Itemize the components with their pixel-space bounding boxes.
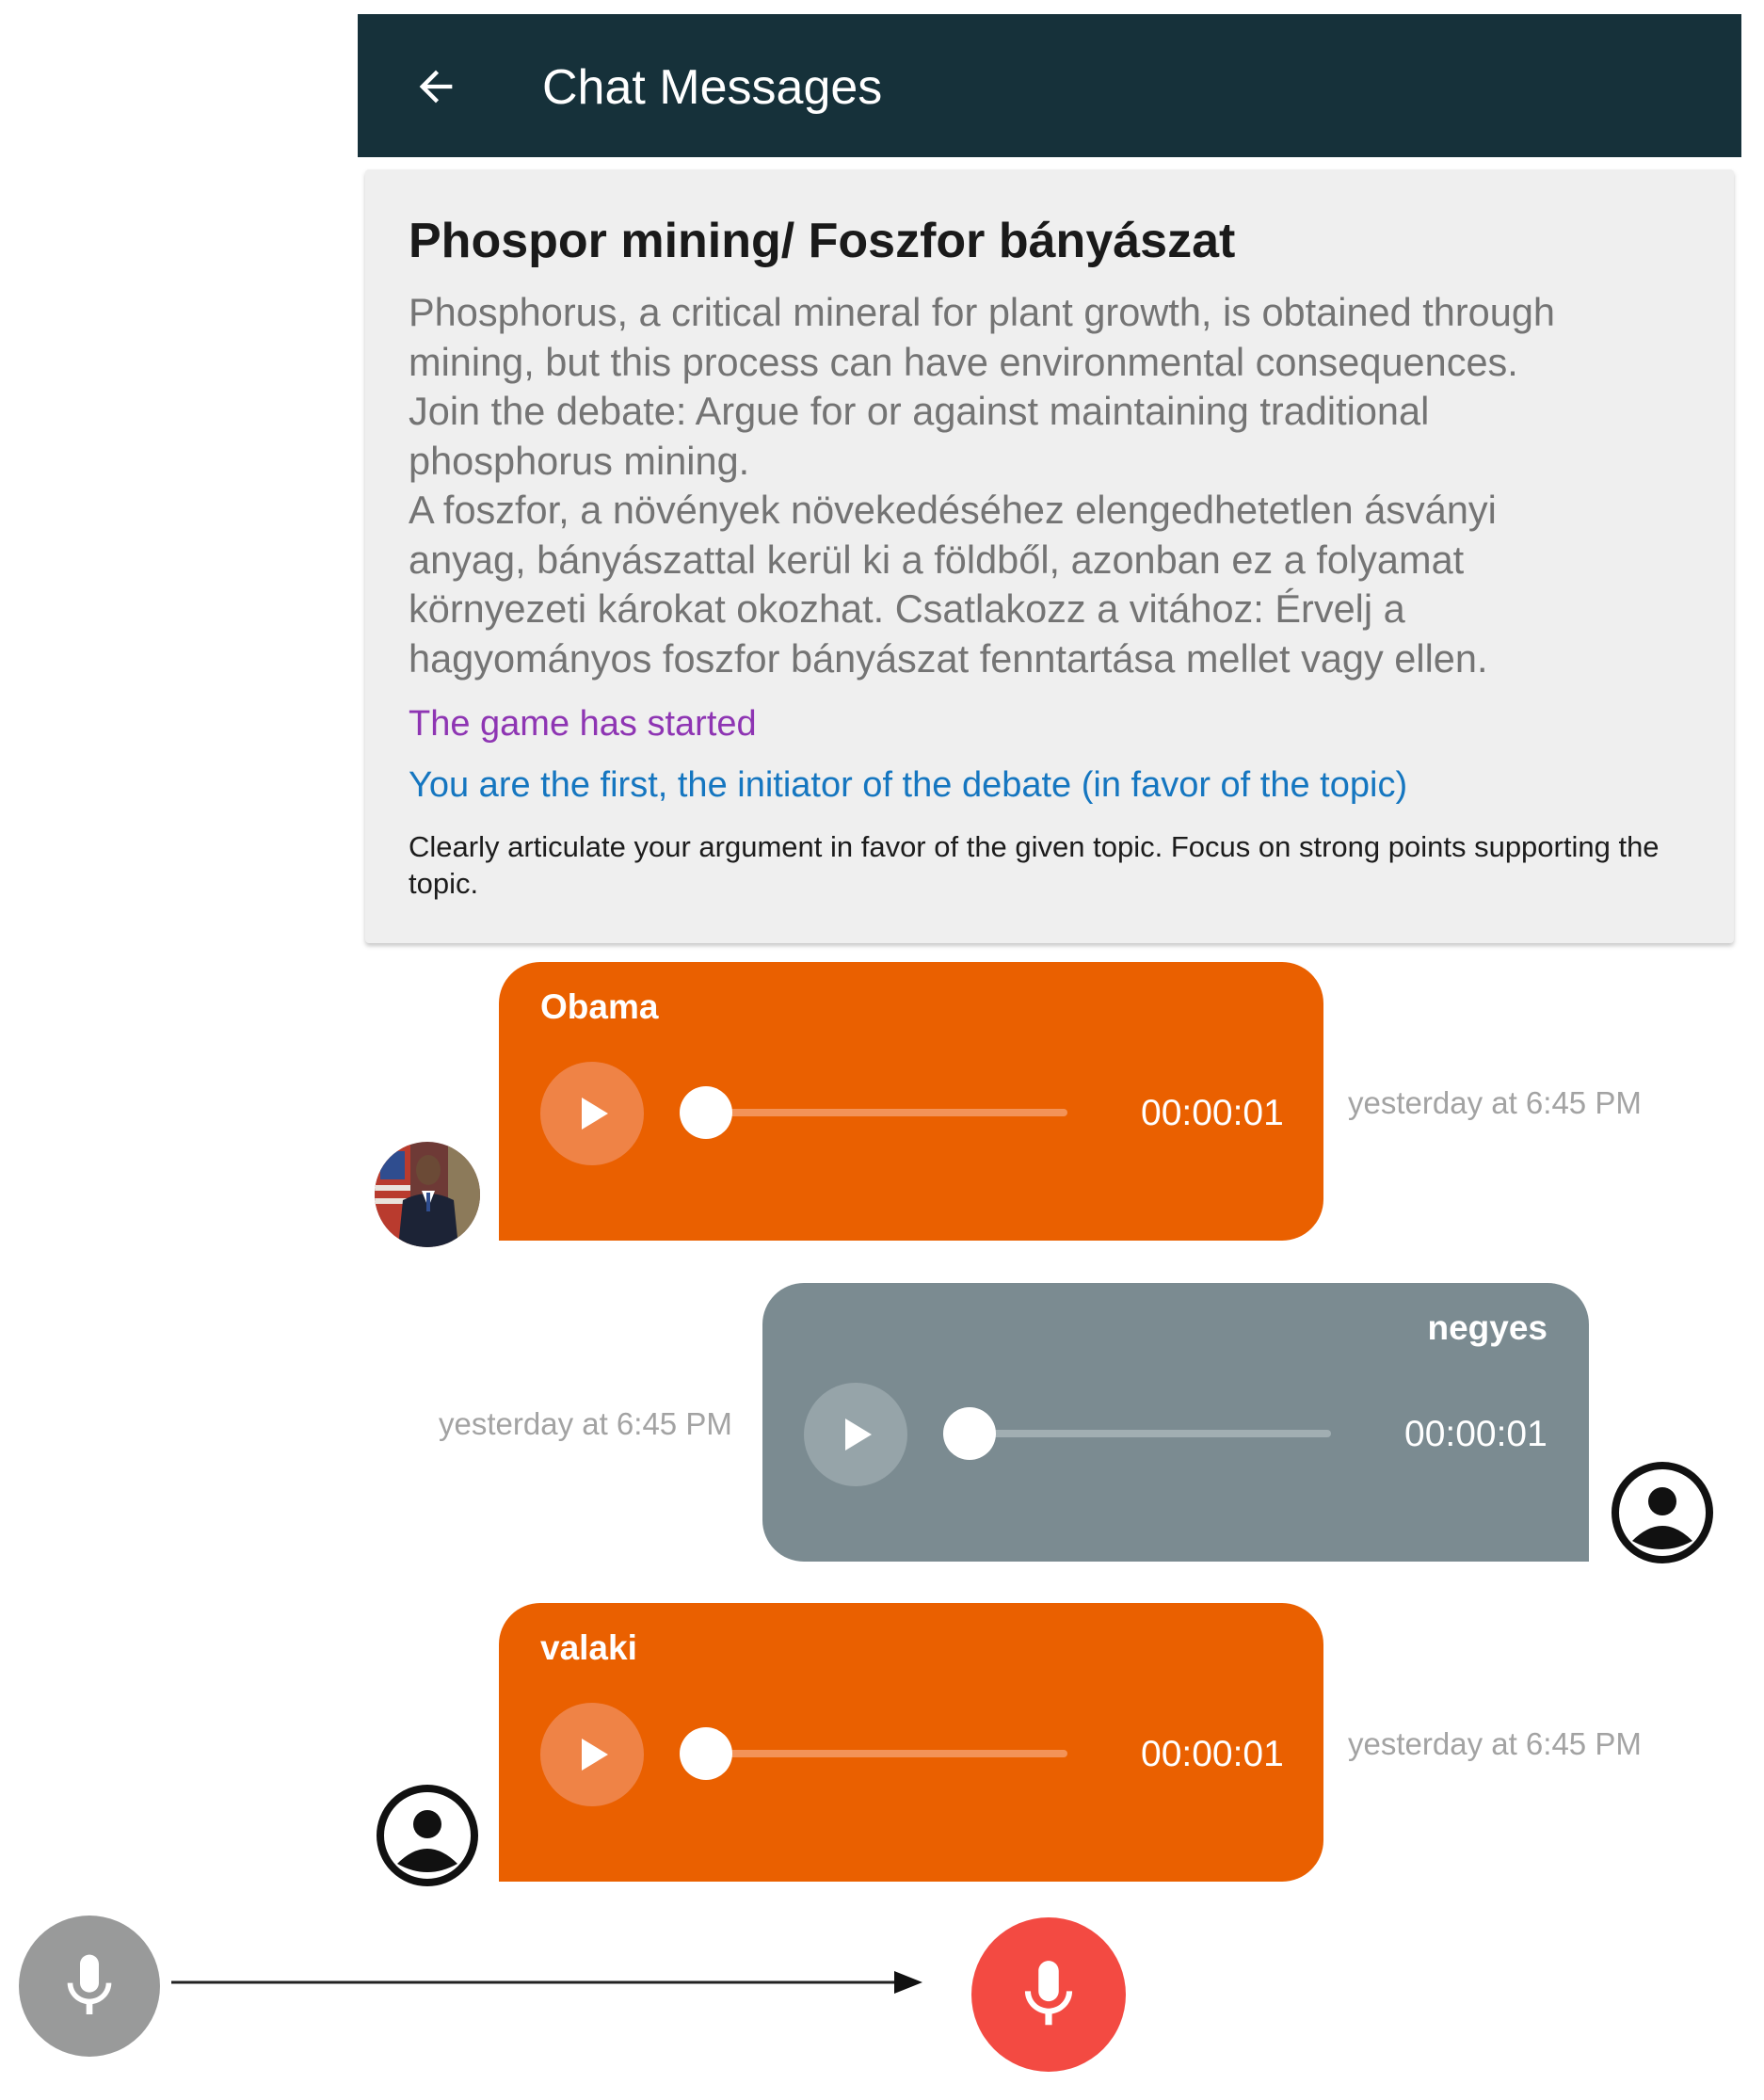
message-timestamp: yesterday at 6:45 PM — [1348, 1085, 1642, 1120]
audio-progress-knob[interactable] — [680, 1086, 732, 1139]
microphone-button-idle[interactable] — [19, 1916, 160, 2057]
microphone-button-recording[interactable] — [971, 1917, 1126, 2072]
topic-description-line: anyag, bányászattal kerül ki a földből, … — [409, 537, 1465, 582]
arrow-left-icon — [419, 70, 453, 104]
audio-progress-track[interactable] — [682, 1750, 1067, 1757]
transition-arrow — [171, 1967, 924, 2002]
audio-duration: 00:00:01 — [1404, 1414, 1548, 1454]
audio-duration: 00:00:01 — [1141, 1734, 1284, 1774]
app-bar: Chat Messages — [358, 14, 1741, 157]
message-bubble: valaki 00:00:01 — [499, 1603, 1323, 1882]
avatar — [375, 1142, 480, 1247]
topic-title: Phospor mining/ Foszfor bányászat — [409, 214, 1236, 268]
topic-description-line: phosphorus mining. — [409, 438, 750, 483]
play-icon — [582, 1739, 608, 1771]
topic-description-line: A foszfor, a növények növekedéséhez elen… — [409, 488, 1497, 532]
play-icon — [845, 1419, 872, 1451]
topic-description-line: Join the debate: Argue for or against ma… — [409, 389, 1430, 433]
play-button[interactable] — [804, 1383, 907, 1486]
arrow-right-icon — [171, 1971, 922, 1994]
photo-avatar — [375, 1142, 480, 1247]
page-title: Chat Messages — [542, 60, 883, 115]
audio-progress-knob[interactable] — [943, 1407, 996, 1460]
sender-name: Obama — [540, 987, 659, 1026]
audio-progress-track[interactable] — [945, 1430, 1331, 1437]
play-button[interactable] — [540, 1703, 644, 1806]
message-timestamp: yesterday at 6:45 PM — [439, 1406, 732, 1441]
message-bubble: Obama 00:00:01 — [499, 962, 1323, 1241]
avatar — [375, 1783, 480, 1888]
account-circle-icon — [1612, 1462, 1713, 1563]
avatar — [1610, 1460, 1715, 1565]
topic-description-line: mining, but this process can have enviro… — [409, 339, 1518, 384]
role-instructions: Clearly articulate your argument in favo… — [409, 830, 1660, 900]
account-circle-icon — [377, 1785, 478, 1886]
audio-duration: 00:00:01 — [1141, 1093, 1284, 1133]
microphone-icon — [1024, 1961, 1073, 2026]
microphone-icon — [67, 1954, 112, 2014]
message-bubble: negyes 00:00:01 — [762, 1283, 1589, 1562]
play-button[interactable] — [540, 1062, 644, 1165]
back-button[interactable] — [403, 54, 469, 120]
role-status: You are the first, the initiator of the … — [409, 765, 1408, 805]
topic-description-line: hagyományos foszfor bányászat fenntartás… — [409, 635, 1488, 681]
audio-progress-knob[interactable] — [680, 1727, 732, 1780]
topic-card: Phospor mining/ Foszfor bányászat Phosph… — [365, 169, 1734, 943]
message-timestamp: yesterday at 6:45 PM — [1348, 1726, 1642, 1761]
play-icon — [582, 1098, 608, 1130]
sender-name: valaki — [540, 1628, 637, 1667]
topic-description-line: környezeti károkat okozhat. Csatlakozz a… — [409, 586, 1405, 631]
topic-description: Phosphorus, a critical mineral for plant… — [409, 288, 1708, 683]
chat-screen: Chat Messages Phospor mining/ Foszfor bá… — [0, 0, 1764, 2100]
game-status: The game has started — [409, 704, 757, 744]
sender-name: negyes — [1427, 1308, 1548, 1347]
topic-description-line: Phosphorus, a critical mineral for plant… — [409, 290, 1555, 334]
audio-progress-track[interactable] — [682, 1109, 1067, 1116]
